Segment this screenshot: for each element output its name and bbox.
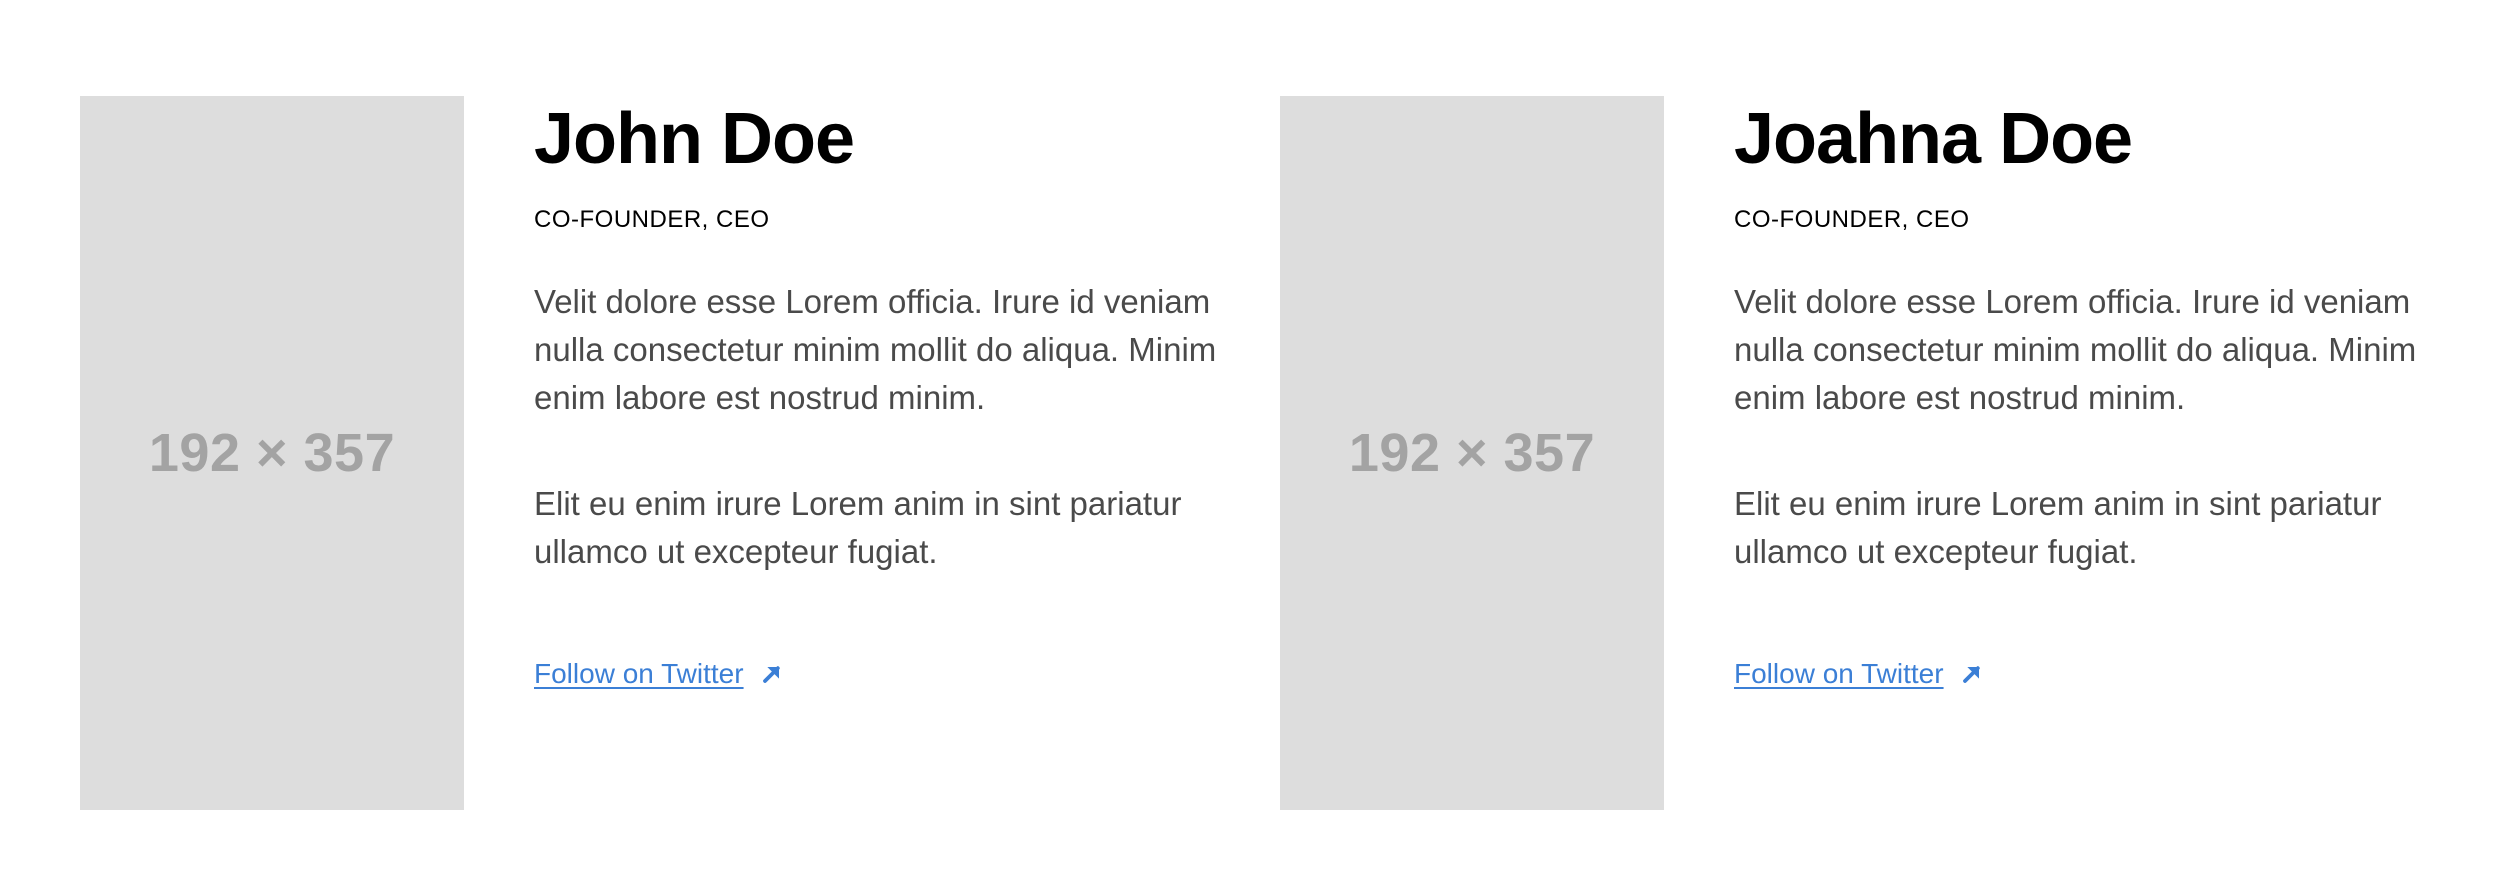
- member-bio-paragraph: Velit dolore esse Lorem officia. Irure i…: [534, 283, 1217, 416]
- member-role: CO-FOUNDER, CEO: [1734, 206, 1970, 233]
- arrow-up-right-icon: [762, 666, 780, 683]
- arrow-up-right-icon: [1962, 666, 1980, 683]
- follow-on-twitter-label: Follow on Twitter: [534, 658, 744, 689]
- team-member-card: 192 × 357 John Doe CO-FOUNDER, CEO Velit…: [80, 96, 1232, 810]
- follow-on-twitter-label: Follow on Twitter: [1734, 658, 1944, 689]
- member-photo-placeholder: 192 × 357: [1280, 96, 1664, 810]
- member-bio-paragraph: Velit dolore esse Lorem officia. Irure i…: [1734, 283, 2417, 416]
- member-info: John Doe CO-FOUNDER, CEO Velit dolore es…: [534, 96, 1232, 810]
- member-bio-paragraph: Elit eu enim irure Lorem anim in sint pa…: [1734, 485, 2382, 570]
- photo-dimensions-label: 192 × 357: [1348, 423, 1596, 483]
- team-grid: 192 × 357 John Doe CO-FOUNDER, CEO Velit…: [80, 96, 2432, 810]
- member-info: Joahna Doe CO-FOUNDER, CEO Velit dolore …: [1734, 96, 2432, 810]
- member-name: Joahna Doe: [1734, 99, 2133, 179]
- team-member-card: 192 × 357 Joahna Doe CO-FOUNDER, CEO Vel…: [1280, 96, 2432, 810]
- follow-on-twitter-link[interactable]: Follow on Twitter: [1734, 656, 1986, 692]
- follow-on-twitter-link[interactable]: Follow on Twitter: [534, 656, 786, 692]
- photo-dimensions-label: 192 × 357: [148, 423, 396, 483]
- member-role: CO-FOUNDER, CEO: [534, 206, 770, 233]
- member-bio-paragraph: Elit eu enim irure Lorem anim in sint pa…: [534, 485, 1182, 570]
- member-photo-placeholder: 192 × 357: [80, 96, 464, 810]
- member-name: John Doe: [534, 99, 855, 179]
